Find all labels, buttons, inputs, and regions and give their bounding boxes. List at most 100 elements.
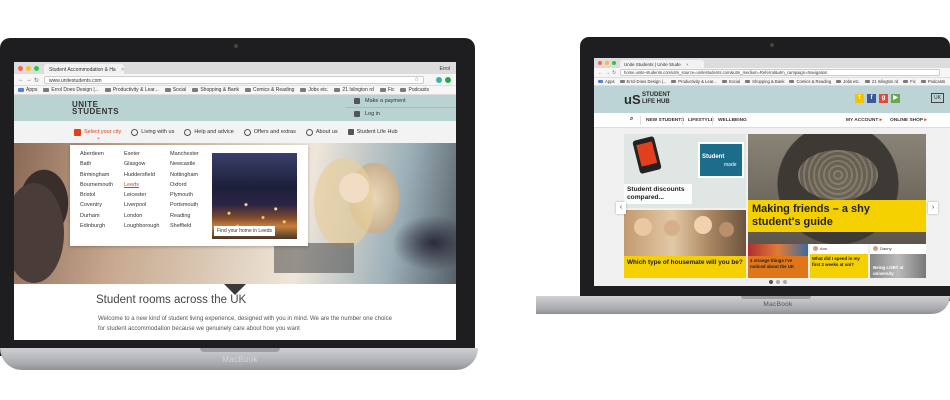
reload-icon[interactable]: ↻ [34,77,39,84]
city-link[interactable]: Sheffield [170,223,199,233]
city-photo[interactable]: Find your home in Leeds [212,153,297,239]
bookmark[interactable]: Errol Does Design |... [43,87,99,93]
city-link[interactable]: Durham [80,213,113,223]
bookmark[interactable]: Productivity & Lear... [671,79,717,84]
window-controls[interactable] [598,61,616,65]
extension-icon[interactable] [436,77,442,83]
bookmark[interactable]: Social [164,87,186,93]
card-housemate[interactable]: Which type of housemate will you be? [624,210,746,278]
city-link[interactable]: Birmingham [80,172,113,182]
city-link[interactable]: Huddersfield [124,172,159,182]
forward-icon[interactable]: → [26,77,32,83]
card-two-weeks[interactable]: Ann What did I spend in my first 2 weeks… [810,244,868,278]
bookmark[interactable]: 21 Islington rd [334,87,374,93]
bookmark[interactable]: Podcasts [400,87,429,93]
bookmark[interactable]: Shopping & Bank [192,87,239,93]
googleplus-icon[interactable]: g [879,94,888,103]
site-header: UNITE STUDENTS Make a payment Log in [14,95,456,121]
city-link[interactable]: Newcastle [170,161,199,171]
city-link[interactable]: London [124,213,159,223]
city-link[interactable]: Liverpool [124,202,159,212]
extension-icon[interactable] [445,77,451,83]
help-icon [184,128,192,136]
nav-offers[interactable]: Offers and extras [243,128,296,136]
close-icon[interactable]: × [686,62,689,67]
pagination-dot[interactable] [769,280,773,284]
city-link[interactable]: Exeter [124,151,159,161]
city-link-active[interactable]: Leeds [124,182,159,192]
address-input[interactable]: home.unite-students.com/utm_source=unite… [620,69,940,76]
city-link[interactable]: Bournemouth [80,182,113,192]
bookmark[interactable]: Social [721,79,740,84]
feature-title: Making friends – a shy student's guide [748,200,926,232]
bookmark[interactable]: Fic [379,87,394,93]
camera-icon [770,43,774,47]
back-icon[interactable]: ← [598,70,603,76]
carousel-prev-button[interactable]: ‹ [616,202,626,214]
nav-living[interactable]: Living with us [131,128,174,136]
reload-icon[interactable]: ↻ [612,70,616,76]
nav-wellbeing[interactable]: WELLBEING [718,118,747,123]
address-input[interactable]: www.unitestudents.com [44,76,424,84]
star-icon[interactable]: ☆ [414,76,419,83]
card-discounts[interactable]: Student made Student discounts compared.… [624,134,746,208]
back-icon[interactable]: ← [18,77,24,83]
window-controls[interactable] [18,66,39,71]
card-lgbt[interactable]: Danny Being LGBT at university [870,244,926,278]
bookmark[interactable]: Shopping & Bank [745,79,784,84]
make-payment-link[interactable]: Make a payment [346,95,456,107]
bookmark[interactable]: Comics & Reading [244,87,294,93]
twitter-icon[interactable]: t [855,94,864,103]
city-link[interactable]: Manchester [170,151,199,161]
bookmark[interactable]: Fic [903,79,916,84]
pagination-dot[interactable] [783,280,787,284]
profile-name[interactable]: Errol [439,66,450,72]
city-link[interactable]: Loughborough [124,223,159,233]
forward-icon[interactable]: → [605,70,610,76]
nav-about[interactable]: About us [305,128,338,136]
city-link[interactable]: Edinburgh [80,223,113,233]
city-link[interactable]: Reading [170,213,199,223]
carousel-pagination[interactable] [769,280,787,284]
carousel-next-button[interactable]: › [928,202,938,214]
city-link[interactable]: Coventry [80,202,113,212]
login-link[interactable]: Log in [346,107,456,120]
search-icon[interactable]: ⌕ [630,116,633,123]
city-link[interactable]: Aberdeen [80,151,113,161]
nav-my-account[interactable]: MY ACCOUNT ▸ [846,118,882,123]
city-link[interactable]: Glasgow [124,161,159,171]
bookmark[interactable]: Jobs etc. [300,87,328,93]
city-link[interactable]: Oxford [170,182,199,192]
nav-new-students[interactable]: NEW STUDENTS [646,118,684,123]
find-home-link[interactable]: Find your home in Leeds [214,226,276,236]
city-link[interactable]: Plymouth [170,192,199,202]
nav-life-hub[interactable]: Student Life Hub [347,129,398,135]
bookmark[interactable]: Errol Does Design |... [619,79,666,84]
city-link[interactable]: Leicester [124,192,159,202]
bookmark[interactable]: Apps [598,79,615,84]
bookmark[interactable]: 21 Islington rd [864,79,898,84]
card-strange-things[interactable]: 4 strange things I've noticed about the … [748,244,808,278]
bookmark[interactable]: Comics & Reading [789,79,831,84]
intro-text: Welcome to a new kind of student living … [98,316,392,332]
bookmark[interactable]: Apps [18,87,37,93]
pagination-dot[interactable] [776,280,780,284]
city-link[interactable]: Bristol [80,192,113,202]
card-feature[interactable]: Making friends – a shy student's guide [748,134,926,244]
city-link[interactable]: Portsmouth [170,202,199,212]
site-logo[interactable]: UNITE STUDENTS [72,101,119,116]
bookmark[interactable]: Podcasts [920,79,945,84]
facebook-icon[interactable]: f [867,94,876,103]
bookmark[interactable]: Productivity & Lear... [104,87,159,93]
nav-online-shop[interactable]: ONLINE SHOP ▸ [890,118,927,123]
site-logo[interactable]: uS [624,92,641,107]
main-nav: Select your city Living with us Help and… [14,121,456,143]
country-selector[interactable]: UK [931,93,944,103]
youtube-icon[interactable]: ▶ [891,94,900,103]
bookmark[interactable]: Jobs etc. [836,79,860,84]
nav-lifestyle[interactable]: LIFESTYLE [688,118,714,123]
nav-help[interactable]: Help and advice [184,128,234,136]
close-icon[interactable]: × [121,67,124,73]
city-link[interactable]: Nottingham [170,172,199,182]
city-link[interactable]: Bath [80,161,113,171]
